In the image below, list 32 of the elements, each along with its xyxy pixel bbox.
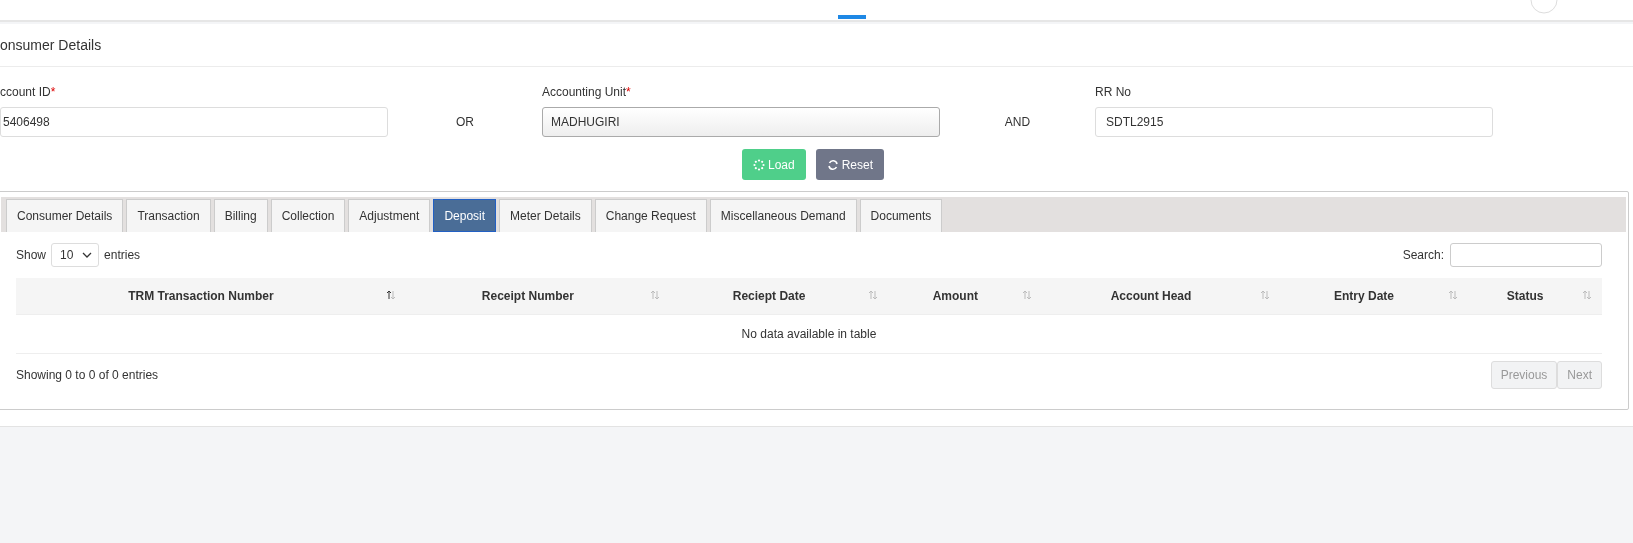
spinner-icon [753,158,765,171]
logo-icon [838,15,866,19]
tab[interactable]: Collection [270,199,346,232]
tab[interactable]: Meter Details [499,199,592,232]
search-field[interactable] [1450,243,1602,267]
show-label: Show [16,248,47,262]
tab[interactable]: Documents [859,199,943,232]
entries-label: entries [104,248,141,262]
reset-button[interactable]: Reset [815,149,885,180]
input-field[interactable]: SDTL2915 [1095,107,1493,137]
input-field[interactable]: 5406498 [0,107,388,137]
tab[interactable]: Consumer Details [6,199,124,232]
empty-table-message: No data available in table [741,327,877,341]
entries-select[interactable]: 10 [51,243,100,267]
table-info: Showing 0 to 0 of 0 entries [16,368,159,382]
accounting-unit-select[interactable]: MADHUGIRI [542,107,940,137]
tab[interactable]: Billing [213,199,268,232]
tab[interactable]: Deposit [433,199,497,232]
tab[interactable]: Miscellaneous Demand [709,199,857,232]
connector-text: OR [456,115,474,129]
refresh-icon [826,158,839,171]
field-label: Accounting Unit* [542,85,632,99]
field-label: RR No [1095,85,1132,99]
chevron-icon [82,252,93,258]
connector-text: AND [1004,115,1031,129]
tab[interactable]: Adjustment [348,199,431,232]
card-title: onsumer Details [0,24,1633,67]
tab[interactable]: Change Request [594,199,707,232]
tab[interactable]: Transaction [126,199,211,232]
sort-icon[interactable] [385,290,396,300]
field-label: ccount ID* [0,85,57,99]
search-label: Search: [1402,248,1444,262]
